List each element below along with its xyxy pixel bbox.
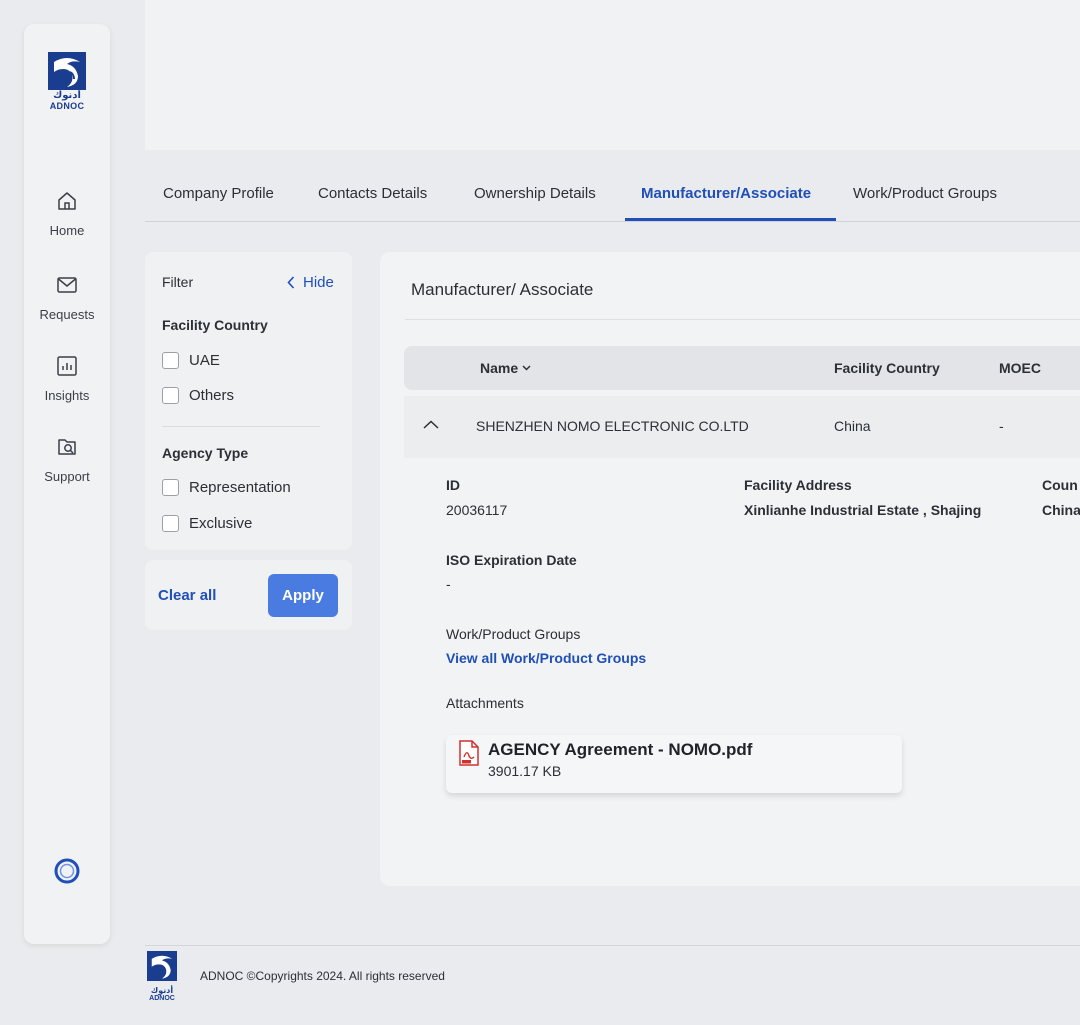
panel-title: Manufacturer/ Associate (411, 280, 594, 299)
active-tab-indicator (625, 218, 836, 221)
country-label: Coun (1042, 477, 1078, 493)
tab-work-product-groups[interactable]: Work/Product Groups (853, 185, 997, 202)
column-label: Name (480, 360, 519, 376)
logo-english-text: ADNOC (49, 101, 85, 111)
checkbox-label: Others (189, 387, 235, 404)
checkbox-label: Exclusive (189, 515, 253, 532)
logo-english-text: ADNOC (149, 995, 175, 1002)
table-header: Name Facility Country MOEC (404, 346, 1080, 390)
sidebar-item-support[interactable]: Support (24, 436, 110, 484)
support-icon (58, 439, 76, 455)
checkbox-exclusive[interactable]: Exclusive (162, 515, 252, 532)
iso-expiration-label: ISO Expiration Date (446, 552, 577, 568)
attachment-card[interactable]: AGENCY Agreement - NOMO.pdf 3901.17 KB (446, 735, 902, 793)
sidebar-item-home[interactable]: Home (24, 190, 110, 238)
sidebar: أدنوك ADNOC Home Requests Insights Suppo… (24, 24, 110, 944)
sidebar-item-label: Requests (39, 307, 95, 322)
filter-actions: Clear all Apply (145, 560, 352, 630)
chart-icon (57, 356, 77, 376)
facility-country-heading: Facility Country (162, 317, 268, 333)
cell-moec: - (999, 418, 1004, 434)
work-product-groups-label: Work/Product Groups (446, 626, 581, 642)
top-banner (145, 0, 1080, 150)
checkbox-box[interactable] (162, 387, 179, 404)
checkbox-box[interactable] (162, 515, 179, 532)
attachment-file-size: 3901.17 KB (488, 763, 562, 779)
mail-icon (57, 277, 77, 293)
checkbox-label: Representation (189, 479, 291, 496)
tab-ownership-details[interactable]: Ownership Details (474, 185, 596, 202)
tab-manufacturer-associate[interactable]: Manufacturer/Associate (641, 185, 811, 202)
tab-bar: Company Profile Contacts Details Ownersh… (145, 168, 1080, 222)
tab-contacts-details[interactable]: Contacts Details (318, 185, 427, 202)
falcon-logo-icon (147, 951, 177, 981)
facility-address-label: Facility Address (744, 477, 852, 493)
country-value: China (1042, 502, 1080, 518)
chevron-up-icon[interactable] (422, 418, 440, 432)
checkbox-representation[interactable]: Representation (162, 479, 291, 496)
checkbox-box[interactable] (162, 352, 179, 369)
filter-divider (162, 426, 320, 427)
sidebar-item-label: Insights (44, 388, 90, 403)
sidebar-item-label: Home (49, 223, 85, 238)
cell-facility-country: China (834, 418, 871, 434)
assistant-icon[interactable] (53, 857, 81, 885)
checkbox-uae[interactable]: UAE (162, 352, 220, 369)
filter-panel: Filter Hide Facility Country UAE Others … (145, 252, 352, 550)
falcon-logo-icon (48, 52, 86, 90)
column-name-header[interactable]: Name (480, 360, 531, 376)
cell-name: SHENZHEN NOMO ELECTRONIC CO.LTD (476, 418, 749, 434)
checkbox-label: UAE (189, 352, 220, 369)
attachments-label: Attachments (446, 695, 524, 711)
id-value: 20036117 (446, 502, 508, 518)
column-facility-country-header: Facility Country (834, 360, 940, 376)
column-moec-header: MOEC (999, 360, 1041, 376)
logo-arabic-text: أدنوك (53, 90, 81, 101)
view-all-groups-link[interactable]: View all Work/Product Groups (446, 650, 646, 666)
copyright-text: ADNOC ©Copyrights 2024. All rights reser… (200, 969, 445, 983)
hide-label: Hide (303, 274, 334, 291)
adnoc-logo[interactable]: أدنوك ADNOC (45, 52, 89, 111)
clear-all-button[interactable]: Clear all (158, 587, 216, 604)
filter-title: Filter (162, 274, 194, 290)
tab-company-profile[interactable]: Company Profile (163, 185, 274, 202)
chevron-left-icon (287, 276, 295, 289)
checkbox-box[interactable] (162, 479, 179, 496)
id-label: ID (446, 477, 460, 493)
pdf-icon (459, 740, 479, 766)
attachment-file-name[interactable]: AGENCY Agreement - NOMO.pdf (488, 740, 752, 760)
facility-address-value: Xinlianhe Industrial Estate , Shajing (744, 502, 982, 518)
apply-button[interactable]: Apply (268, 574, 338, 617)
sidebar-item-requests[interactable]: Requests (24, 274, 110, 322)
table-row[interactable]: SHENZHEN NOMO ELECTRONIC CO.LTD China - (404, 396, 1080, 458)
hide-filter-button[interactable]: Hide (287, 274, 334, 291)
logo-arabic-text: أدنوك (150, 986, 174, 995)
footer-logo: أدنوك ADNOC (144, 951, 180, 1003)
iso-expiration-value: - (446, 576, 451, 592)
footer-divider (145, 945, 1080, 946)
chevron-down-icon (522, 365, 531, 371)
checkbox-others[interactable]: Others (162, 387, 234, 404)
sidebar-item-label: Support (44, 469, 90, 484)
agency-type-heading: Agency Type (162, 445, 249, 461)
manufacturer-panel: Manufacturer/ Associate Name Facility Co… (380, 252, 1080, 886)
home-icon (58, 192, 76, 210)
sidebar-item-insights[interactable]: Insights (24, 355, 110, 403)
title-divider (405, 319, 1080, 320)
